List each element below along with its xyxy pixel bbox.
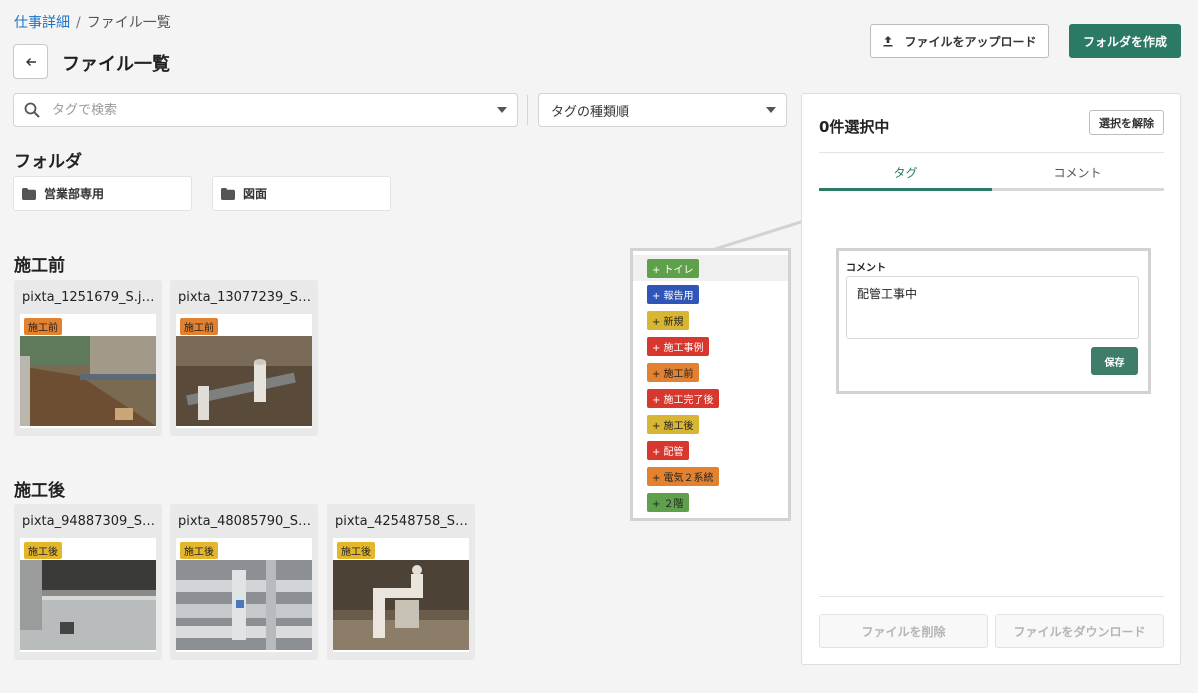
comment-popup: コメント 配管工事中 保存 (836, 248, 1151, 394)
tag-chip: + 新規 (647, 310, 689, 330)
tag-option[interactable]: + 電気２系統 (633, 463, 788, 489)
tag-chip: + 電気２系統 (647, 466, 719, 486)
tab-tags[interactable]: タグ (819, 164, 992, 181)
delete-file-button[interactable]: ファイルを削除 (819, 614, 988, 648)
tag-chip: + 施工完了後 (647, 388, 719, 408)
tag-option[interactable]: + 施工前 (633, 359, 788, 385)
tab-inactive-indicator (992, 188, 1164, 191)
save-comment-button[interactable]: 保存 (1091, 347, 1138, 375)
tag-option[interactable]: + 施工後 (633, 411, 788, 437)
tab-comments[interactable]: コメント (991, 164, 1164, 181)
divider (819, 596, 1164, 597)
tag-chip: + 施工後 (647, 414, 699, 434)
download-file-button[interactable]: ファイルをダウンロード (995, 614, 1164, 648)
divider (819, 152, 1164, 153)
comment-textarea[interactable]: 配管工事中 (846, 276, 1139, 339)
tag-option[interactable]: + 新規 (633, 307, 788, 333)
tag-option[interactable]: + 施工完了後 (633, 385, 788, 411)
tab-active-indicator (819, 188, 992, 191)
tag-chip: + トイレ (647, 258, 699, 278)
tag-chip: + 施工前 (647, 362, 699, 382)
tag-option[interactable]: + 配管 (633, 437, 788, 463)
tag-option[interactable]: + ２階 (633, 489, 788, 515)
comment-label: コメント (846, 263, 886, 274)
tag-option[interactable]: + トイレ (633, 255, 788, 281)
tag-chip: + 施工事例 (647, 336, 709, 356)
tag-option[interactable]: + 報告用 (633, 281, 788, 307)
tag-chip: + 報告用 (647, 284, 699, 304)
selected-count: 0件選択中 (819, 118, 890, 136)
tag-options-popup: + トイレ + 報告用 + 新規 + 施工事例 + 施工前 + 施工完了後 + … (630, 248, 791, 521)
tag-chip: + 配管 (647, 440, 689, 460)
tag-option[interactable]: + 施工事例 (633, 333, 788, 359)
tag-chip: + ２階 (647, 492, 689, 512)
clear-selection-button[interactable]: 選択を解除 (1089, 110, 1164, 135)
